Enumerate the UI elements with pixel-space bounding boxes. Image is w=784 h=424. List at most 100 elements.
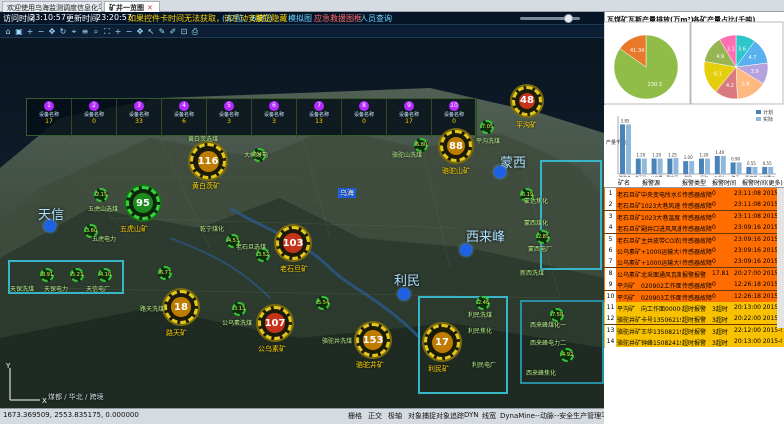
mine-gauge-luotuoshan[interactable]: 88 xyxy=(440,130,472,162)
bar[interactable] xyxy=(705,158,710,174)
bar[interactable] xyxy=(714,155,720,174)
alarm-row[interactable]: 9平沟矿 020902工作面回风传感器故障0 12:26:18 2015-03 xyxy=(604,279,784,292)
facility-node[interactable]: 5.54 xyxy=(316,296,330,310)
col-time[interactable]: 报警时间(更多) xyxy=(742,178,783,187)
close-icon[interactable]: ✕ xyxy=(147,4,153,12)
home-icon[interactable]: ⌂ xyxy=(3,27,13,37)
bar[interactable] xyxy=(746,166,752,174)
bar[interactable] xyxy=(689,161,695,174)
slider-handle[interactable] xyxy=(564,14,573,23)
alarm-row[interactable]: 13骆驼井矿王华13508219832超时报警 3超时 22:12:00 2015-… xyxy=(604,324,784,337)
otrack-toggle[interactable]: 对象追踪 xyxy=(436,411,464,421)
fullscreen-icon[interactable]: ⛶ xyxy=(102,27,112,37)
bar[interactable] xyxy=(620,124,625,174)
bar[interactable] xyxy=(762,166,768,174)
equipment-cell[interactable]: 7 设备名称 13 xyxy=(297,99,342,137)
osnap-toggle[interactable]: 对象捕捉 xyxy=(408,411,436,421)
mine-gauge-laoshidan[interactable]: 103 xyxy=(276,226,310,260)
bar[interactable] xyxy=(730,162,736,174)
bar[interactable] xyxy=(752,166,758,174)
place-limin-marker[interactable] xyxy=(398,288,410,300)
zoom-in-icon[interactable]: + xyxy=(113,27,123,37)
equipment-cell[interactable]: 4 设备名称 6 xyxy=(162,99,207,137)
alarm-row[interactable]: 1老石旦矿中央变电所水位开关传感器故障0 23:11:08 2015-03 xyxy=(604,188,784,200)
alarm-row[interactable]: 14骆驼井矿钟峰150824197402超时报警 3超时 20:13:00 2015… xyxy=(604,336,784,347)
zoom-out-icon[interactable]: − xyxy=(36,27,46,37)
alarm-row[interactable]: 6公乌素矿+1000运输大巷工作面传感器故障0 23:09:16 2015-03 xyxy=(604,245,784,257)
alarm-row[interactable]: 3老石旦矿1023大巷温度传感器故障0 23:11:08 2015-03 xyxy=(604,210,784,223)
rescue-link[interactable]: 应急救援图框 xyxy=(314,13,362,24)
alarm-row[interactable]: 8公乌素矿北采面通风瓦斯(主报警报警 17.81 20:27:00 2015-03 xyxy=(604,267,784,280)
zoom-in-icon[interactable]: + xyxy=(25,27,35,37)
alarm-row[interactable]: 2老石旦矿1023大巷风速传感器故障0 23:11:08 2015-03 xyxy=(604,199,784,212)
bar[interactable] xyxy=(667,158,673,174)
polar-toggle[interactable]: 极轴 xyxy=(388,411,402,421)
zoom-slider[interactable] xyxy=(520,14,580,23)
mine-gauge-limin[interactable]: 17 xyxy=(424,324,460,360)
equipment-cell[interactable]: 5 设备名称 3 xyxy=(207,99,252,137)
place-xilaifeng-marker[interactable] xyxy=(460,244,472,256)
place-wuhai[interactable]: 乌海 xyxy=(338,188,356,198)
select-icon[interactable]: ↖ xyxy=(146,27,156,37)
facility-node[interactable]: 4.10 xyxy=(98,268,112,282)
bar[interactable] xyxy=(657,158,663,174)
search-icon[interactable]: ⌕ xyxy=(91,27,101,37)
alarm-row[interactable]: 5老石旦矿主井皮带CO浓度传感器故障0 23:09:16 2015-03 xyxy=(604,233,784,246)
facility-node[interactable]: 2.85 xyxy=(536,230,550,244)
alarm-row[interactable]: 10平沟矿 020903工作面后风传感器故障0 12:26:18 2015-03 xyxy=(604,290,784,303)
equipment-cell[interactable]: 6 设备名称 3 xyxy=(252,99,297,137)
facility-node[interactable]: 6.77 xyxy=(158,266,172,280)
bar[interactable] xyxy=(626,124,631,174)
equipment-cell[interactable]: 3 设备名称 33 xyxy=(117,99,162,137)
mine-gauge-huangbaici[interactable]: 116 xyxy=(190,143,226,179)
facility-node[interactable]: 2.15 xyxy=(94,188,108,202)
save-icon[interactable]: ▣ xyxy=(14,27,24,37)
pan-icon[interactable]: ✥ xyxy=(135,27,145,37)
mine-gauge-pinggou[interactable]: 48 xyxy=(512,86,542,116)
bar[interactable] xyxy=(720,155,726,174)
facility-node[interactable]: 2.46 xyxy=(476,296,490,310)
alarm-row[interactable]: 7公乌素矿+1000运输大巷回风传感器故障0 23:09:16 2015-03 xyxy=(604,256,784,269)
zoom-box-icon[interactable]: ⊡ xyxy=(179,27,189,37)
bar[interactable] xyxy=(699,158,704,174)
snap-grid-toggle[interactable]: 栅格 xyxy=(348,411,362,421)
bar[interactable] xyxy=(641,158,647,174)
tool-icon[interactable]: ✎ xyxy=(157,27,167,37)
mine-gauge-wuhushan[interactable]: 95 xyxy=(126,186,160,220)
measure-icon[interactable]: ⌖ xyxy=(69,27,79,37)
bar[interactable] xyxy=(683,161,689,174)
bar[interactable] xyxy=(651,158,657,174)
tab-welcome[interactable]: 欢迎使用乌海监测调度信息化平台 xyxy=(2,1,102,12)
bar[interactable] xyxy=(673,157,679,174)
personnel-link[interactable]: 人员查询 xyxy=(360,13,392,24)
print-icon[interactable]: ⎙ xyxy=(190,27,200,37)
facility-node[interactable]: 3.13 xyxy=(232,302,246,316)
ortho-toggle[interactable]: 正交 xyxy=(368,411,382,421)
tab-mine-overview[interactable]: 矿井一览图 ✕ xyxy=(104,1,160,12)
alarm-row[interactable]: 11平沟矿向工作面000000000超时报警 3超时 20:13:00 2015-0… xyxy=(604,302,784,314)
alarm-scrollbar[interactable] xyxy=(777,188,784,328)
edit-icon[interactable]: ✐ xyxy=(168,27,178,37)
pan-icon[interactable]: ✥ xyxy=(47,27,57,37)
refresh-icon[interactable]: ↻ xyxy=(58,27,68,37)
place-mengxi-marker[interactable] xyxy=(494,166,506,178)
bar[interactable] xyxy=(635,158,641,174)
zoom-out-icon[interactable]: − xyxy=(124,27,134,37)
simulation-link[interactable]: 模拟图 xyxy=(288,13,312,24)
mine-gauge-gongwusu[interactable]: 107 xyxy=(258,306,292,340)
bar[interactable] xyxy=(736,162,742,174)
alarm-row[interactable]: 12骆驼井矿卡号13506219832超时报警 3超时 20:22:00 2015-… xyxy=(604,313,784,326)
equipment-cell[interactable]: 9 设备名称 17 xyxy=(387,99,432,137)
facility-node[interactable]: 5.23 xyxy=(70,268,84,282)
dyn-toggle[interactable]: DYN xyxy=(464,411,479,419)
mine-gauge-luotuojing[interactable]: 153 xyxy=(356,323,390,357)
facility-node[interactable]: 7.05 xyxy=(480,120,494,134)
equipment-cell[interactable]: 1 设备名称 17 xyxy=(27,99,72,137)
mine-gauge-lutian[interactable]: 18 xyxy=(164,290,198,324)
bar[interactable] xyxy=(768,166,774,174)
facility-node[interactable]: 4.92 xyxy=(560,348,574,362)
layer-icon[interactable]: ≡ xyxy=(80,27,90,37)
equipment-cell[interactable]: 8 设备名称 0 xyxy=(342,99,387,137)
lineweight-toggle[interactable]: 线宽 xyxy=(482,411,496,421)
equipment-cell[interactable]: 2 设备名称 0 xyxy=(72,99,117,137)
